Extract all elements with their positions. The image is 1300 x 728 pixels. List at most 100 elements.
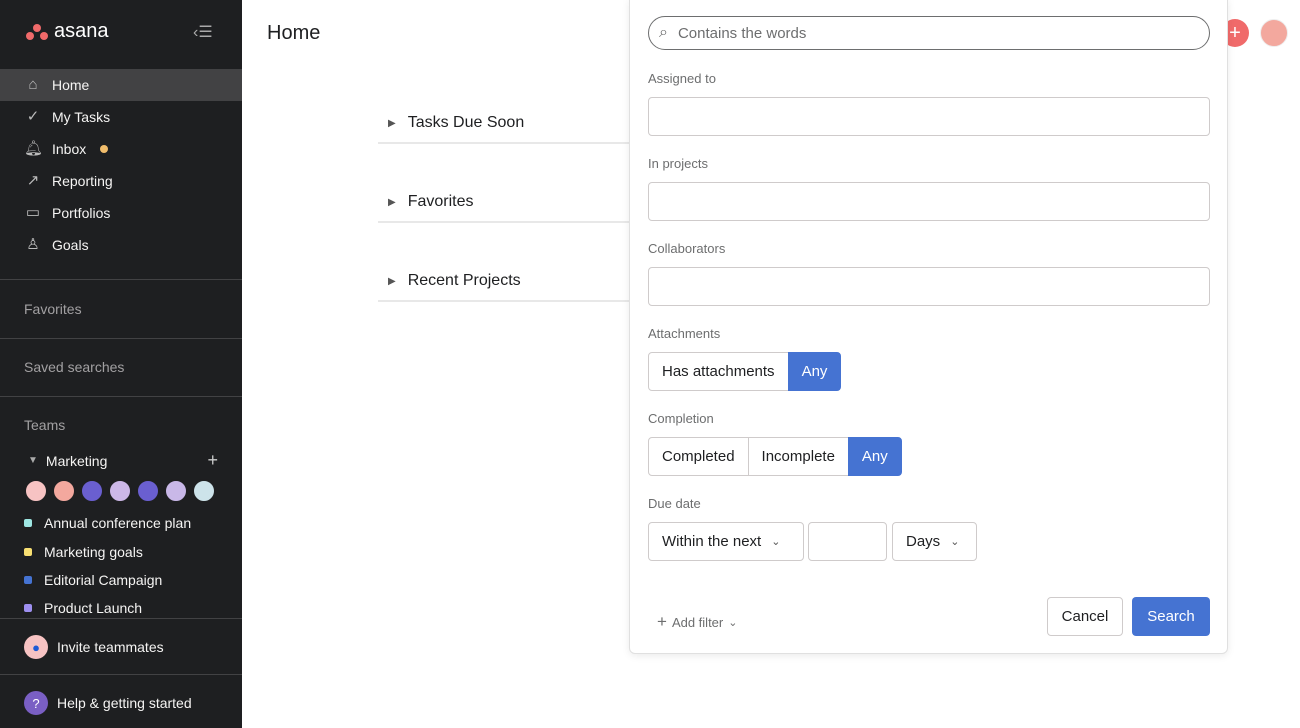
has-attachments-option[interactable]: Has attachments: [648, 352, 789, 391]
completion-toggle: Completed Incomplete Any: [648, 437, 902, 476]
attachments-toggle: Has attachments Any: [648, 352, 842, 391]
avatar[interactable]: [192, 479, 216, 503]
caret-right-icon: ▶: [388, 117, 396, 129]
invite-teammates-button[interactable]: ● Invite teammates: [24, 635, 164, 659]
asana-logo-icon: [26, 23, 48, 40]
chevron-down-icon: ⌄: [771, 536, 781, 548]
project-item[interactable]: Annual conference plan: [24, 515, 191, 531]
avatar[interactable]: [52, 479, 76, 503]
page-title: Home: [267, 22, 321, 44]
due-date-unit-select[interactable]: Days ⌄: [892, 522, 977, 561]
chevron-down-icon: ⌄: [950, 536, 960, 548]
bell-icon: 🔔︎: [24, 140, 44, 157]
check-circle-icon: ✓: [26, 108, 40, 125]
saved-searches-heading[interactable]: Saved searches: [24, 359, 124, 375]
avatar[interactable]: [164, 479, 188, 503]
chevron-down-icon: ⌄: [728, 616, 738, 629]
project-color-dot: [24, 604, 32, 612]
section-tasks-due-soon[interactable]: ▶ Tasks Due Soon: [378, 104, 630, 144]
asana-logo[interactable]: asana: [26, 20, 109, 43]
divider: [0, 618, 242, 619]
favorites-heading[interactable]: Favorites: [24, 301, 82, 317]
help-icon: ?: [24, 691, 48, 715]
caret-down-icon[interactable]: ▼: [28, 455, 38, 466]
home-icon: ⌂: [28, 76, 38, 93]
section-title: Recent Projects: [407, 272, 521, 289]
in-projects-label: In projects: [648, 156, 708, 171]
plus-icon: +: [657, 612, 667, 631]
incomplete-option[interactable]: Incomplete: [747, 437, 849, 476]
project-item[interactable]: Editorial Campaign: [24, 572, 162, 588]
completed-option[interactable]: Completed: [648, 437, 749, 476]
project-color-dot: [24, 576, 32, 584]
search-bar[interactable]: ⌕: [648, 16, 1210, 50]
project-color-dot: [24, 548, 32, 556]
project-item[interactable]: Marketing goals: [24, 544, 143, 560]
divider: [0, 338, 242, 339]
add-filter-label: Add filter: [671, 614, 724, 630]
divider: [0, 279, 242, 280]
avatar[interactable]: [24, 479, 48, 503]
sidebar-item-home[interactable]: ⌂ Home: [0, 69, 242, 101]
nav-label: Inbox: [52, 141, 87, 157]
sidebar-item-inbox[interactable]: 🔔︎ Inbox: [0, 133, 242, 165]
sidebar-item-portfolios[interactable]: ▭ Portfolios: [0, 197, 242, 229]
attachments-label: Attachments: [648, 326, 721, 341]
sidebar-item-my-tasks[interactable]: ✓ My Tasks: [0, 101, 242, 133]
logo-text: asana: [54, 20, 109, 42]
invite-label: Invite teammates: [57, 639, 164, 655]
add-project-icon[interactable]: +: [207, 450, 218, 471]
collaborators-label: Collaborators: [648, 241, 726, 256]
nav-label: My Tasks: [52, 109, 111, 125]
due-date-amount-input[interactable]: [808, 522, 887, 561]
team-name: Marketing: [45, 452, 108, 469]
completion-label: Completion: [648, 411, 714, 426]
sidebar-item-reporting[interactable]: ↗ Reporting: [0, 165, 242, 197]
goals-icon: ♙: [26, 236, 40, 253]
section-recent-projects[interactable]: ▶ Recent Projects: [378, 262, 630, 302]
avatar[interactable]: [80, 479, 104, 503]
user-avatar[interactable]: [1260, 19, 1288, 47]
caret-right-icon: ▶: [388, 275, 396, 287]
divider: [0, 396, 242, 397]
sidebar-item-goals[interactable]: ♙ Goals: [0, 229, 242, 261]
avatar[interactable]: [136, 479, 160, 503]
due-date-label: Due date: [648, 496, 701, 511]
sidebar: asana ‹☰ ⌂ Home ✓ My Tasks 🔔︎ Inbox ↗ Report…: [0, 0, 242, 728]
advanced-search-panel: ⌕ Assigned to In projects Collaborators …: [629, 0, 1228, 654]
section-favorites[interactable]: ▶ Favorites: [378, 183, 630, 223]
project-item[interactable]: Product Launch: [24, 600, 142, 616]
portfolio-icon: ▭: [25, 204, 41, 221]
in-projects-input[interactable]: [648, 182, 1210, 221]
nav-label: Portfolios: [52, 205, 111, 221]
search-icon: ⌕: [659, 24, 668, 41]
teams-heading[interactable]: Teams: [24, 417, 65, 433]
collaborators-input[interactable]: [648, 267, 1210, 306]
invite-icon: ●: [24, 635, 48, 659]
project-color-dot: [24, 519, 32, 527]
divider: [0, 674, 242, 675]
add-filter-button[interactable]: + Add filter ⌄: [657, 612, 737, 632]
chart-line-icon: ↗: [26, 172, 40, 189]
project-name: Editorial Campaign: [44, 572, 163, 588]
team-marketing[interactable]: ▼ Marketing +: [28, 450, 218, 471]
collapse-sidebar-icon[interactable]: ‹☰: [193, 22, 213, 42]
avatar[interactable]: [108, 479, 132, 503]
project-name: Annual conference plan: [44, 515, 192, 531]
due-date-mode: Within the next: [662, 533, 762, 550]
help-label: Help & getting started: [57, 695, 192, 711]
cancel-button[interactable]: Cancel: [1047, 597, 1123, 636]
any-completion-option[interactable]: Any: [847, 437, 902, 476]
unread-badge: [100, 145, 109, 153]
nav-label: Reporting: [52, 173, 113, 189]
caret-right-icon: ▶: [388, 196, 396, 208]
section-title: Favorites: [407, 193, 474, 210]
search-button[interactable]: Search: [1132, 597, 1210, 636]
assigned-to-input[interactable]: [648, 97, 1210, 136]
any-attachments-option[interactable]: Any: [787, 352, 842, 391]
search-input[interactable]: [677, 24, 1178, 42]
team-members: [24, 479, 216, 503]
help-button[interactable]: ? Help & getting started: [24, 691, 192, 715]
due-date-mode-select[interactable]: Within the next ⌄: [648, 522, 804, 561]
project-name: Marketing goals: [44, 544, 143, 560]
